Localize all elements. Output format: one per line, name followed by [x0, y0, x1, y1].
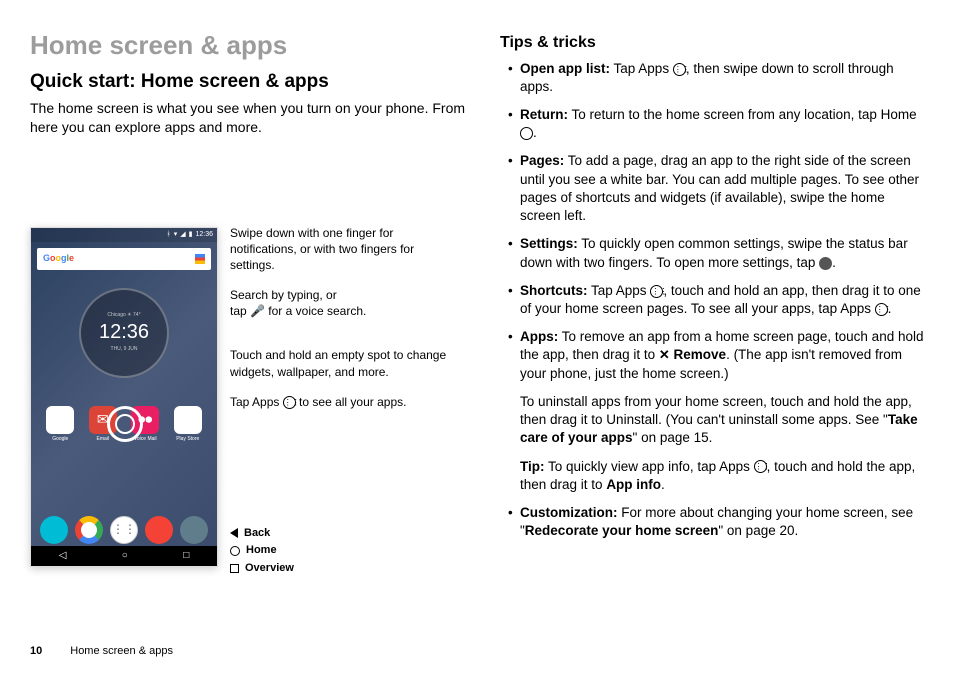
home-inline-icon — [520, 127, 533, 140]
tips-list: Open app list: Tap Apps ⋮⋮, then swipe d… — [500, 60, 924, 541]
tip-return: Return: To return to the home screen fro… — [508, 106, 924, 142]
tip-open-apps: Open app list: Tap Apps ⋮⋮, then swipe d… — [508, 60, 924, 96]
nav-callouts: Back Home Overview — [230, 525, 294, 578]
app-google[interactable]: GGoogle — [45, 406, 75, 443]
overview-square-icon — [230, 564, 239, 573]
status-bar: ᚼ ▾ ◢ ▮ 12:36 — [31, 228, 217, 242]
bluetooth-icon: ᚼ — [167, 230, 171, 239]
google-logo: Google — [43, 252, 74, 264]
apps-inline-icon: ⋮⋮ — [673, 63, 686, 76]
wifi-icon: ▾ — [174, 230, 178, 239]
signal-icon: ◢ — [180, 230, 185, 239]
tip-customization: Customization: For more about changing y… — [508, 504, 924, 540]
android-navbar: ◁ ○ □ — [31, 546, 217, 566]
mic-icon[interactable] — [195, 254, 205, 264]
phone-frame: ᚼ ▾ ◢ ▮ 12:36 Google Chicago ☀ 74° 12:36… — [30, 227, 218, 567]
tip-settings: Settings: To quickly open common setting… — [508, 235, 924, 271]
messages-icon[interactable] — [145, 516, 173, 544]
touch-target-icon — [107, 406, 143, 442]
battery-icon: ▮ — [189, 230, 193, 239]
camera-icon[interactable] — [180, 516, 208, 544]
page-title: Home screen & apps — [30, 28, 470, 63]
chrome-icon[interactable] — [75, 516, 103, 544]
section-subtitle: Quick start: Home screen & apps — [30, 69, 470, 95]
home-circle-icon — [230, 546, 240, 556]
apps-icon[interactable]: ⋮⋮ — [110, 516, 138, 544]
callout-list: Swipe down with one finger for notificat… — [230, 225, 460, 425]
gear-inline-icon — [819, 257, 832, 270]
apps-inline-icon: ⋮⋮ — [650, 285, 663, 298]
clock-widget: Chicago ☀ 74° 12:36 THU, 9 JUN — [79, 288, 169, 378]
nav-home-icon[interactable]: ○ — [122, 549, 128, 563]
nav-overview-icon[interactable]: □ — [183, 549, 189, 563]
callout-hold: Touch and hold an empty spot to change w… — [230, 347, 460, 379]
tip-pages: Pages: To add a page, drag an app to the… — [508, 152, 924, 225]
tip-apps-remove: Apps: To remove an app from a home scree… — [508, 328, 924, 494]
tips-heading: Tips & tricks — [500, 32, 924, 54]
phone-icon[interactable] — [40, 516, 68, 544]
tip-uninstall: To uninstall apps from your home screen,… — [520, 393, 924, 448]
page-footer: 10 Home screen & apps — [30, 644, 173, 659]
apps-inline-icon: ⋮⋮ — [875, 303, 888, 316]
callout-search: Search by typing, or tap 🎤 for a voice s… — [230, 287, 460, 319]
phone-illustration: ᚼ ▾ ◢ ▮ 12:36 Google Chicago ☀ 74° 12:36… — [30, 227, 470, 567]
app-playstore[interactable]: ▶Play Store — [173, 406, 203, 443]
google-search-bar[interactable]: Google — [37, 248, 211, 270]
status-time: 12:36 — [195, 230, 213, 239]
back-triangle-icon — [230, 528, 238, 538]
intro-text: The home screen is what you see when you… — [30, 99, 470, 137]
tip-shortcuts: Shortcuts: Tap Apps ⋮⋮, touch and hold a… — [508, 282, 924, 318]
callout-statusbar: Swipe down with one finger for notificat… — [230, 225, 460, 274]
apps-inline-icon: ⋮⋮ — [754, 460, 767, 473]
apps-inline-icon: ⋮⋮ — [283, 396, 296, 409]
page-number: 10 — [30, 644, 42, 659]
dock: ⋮⋮ — [31, 516, 217, 544]
x-inline-icon: ✕ — [659, 347, 670, 362]
callout-apps: Tap Apps ⋮⋮ to see all your apps. — [230, 394, 460, 410]
tip-app-info: Tip: To quickly view app info, tap Apps … — [520, 458, 924, 494]
footer-section: Home screen & apps — [70, 644, 173, 659]
nav-back-icon[interactable]: ◁ — [59, 549, 67, 563]
